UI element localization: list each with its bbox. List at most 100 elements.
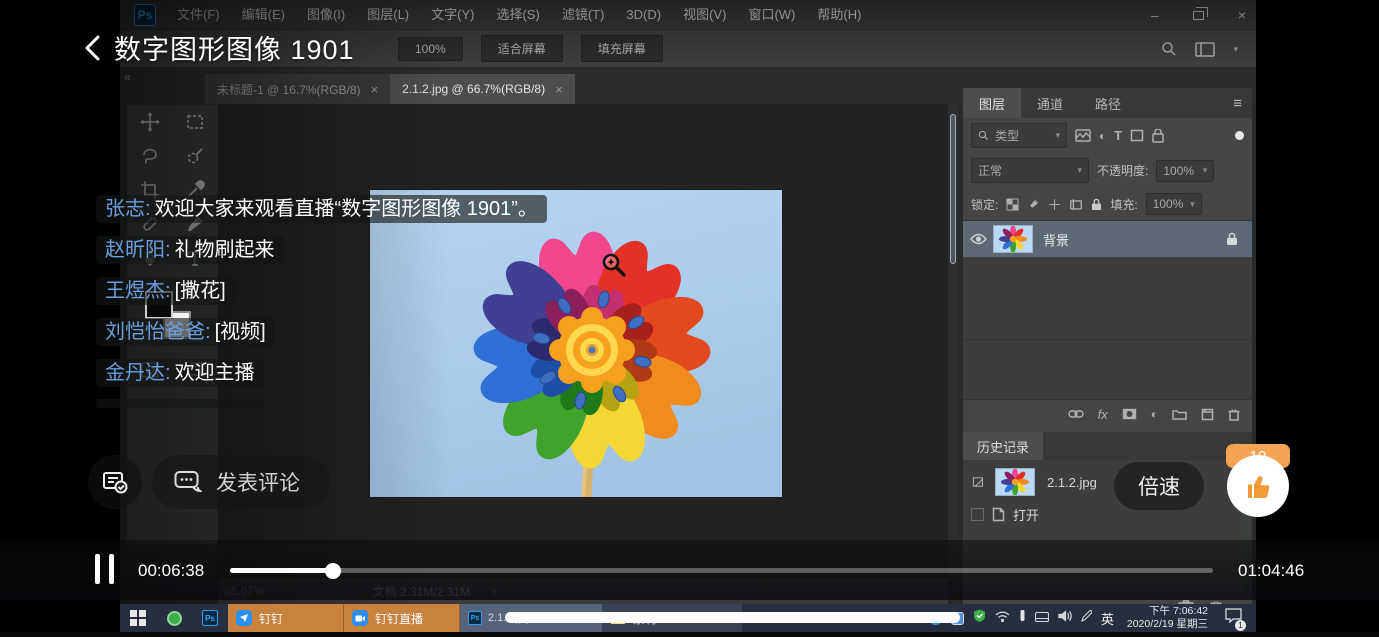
menu-type[interactable]: 文字(Y): [420, 0, 485, 30]
comment-input-button[interactable]: 发表评论: [152, 455, 330, 509]
notification-center-icon[interactable]: 1: [1225, 608, 1242, 628]
close-tab-icon[interactable]: ×: [555, 82, 563, 97]
lock-all-icon[interactable]: [1091, 198, 1102, 211]
filter-text-icon[interactable]: T: [1114, 128, 1122, 143]
tab-channels[interactable]: 通道: [1021, 88, 1079, 118]
adjustment-layer-icon[interactable]: ◐: [1151, 407, 1158, 421]
taskbar-item-dingtalk-live[interactable]: 钉钉直播: [344, 604, 460, 632]
seek-bar[interactable]: [230, 568, 1213, 573]
move-tool[interactable]: [127, 105, 172, 139]
layer-row-background[interactable]: 背景: [963, 221, 1252, 257]
lock-transparent-icon[interactable]: [1006, 198, 1019, 211]
video-player-stage: Ps 文件(F) 编辑(E) 图像(I) 图层(L) 文字(Y) 选择(S) 滤…: [0, 0, 1379, 637]
lock-artboard-icon[interactable]: [1069, 198, 1083, 211]
filter-on-indicator[interactable]: [1235, 131, 1244, 140]
history-step-checkbox[interactable]: [971, 508, 984, 521]
history-step-open[interactable]: 打开: [963, 498, 1252, 530]
total-time: 01:04:46: [1238, 561, 1304, 581]
menu-window[interactable]: 窗口(W): [737, 0, 806, 30]
doc-tab-untitled[interactable]: 未标题-1 @ 16.7%(RGB/8) ×: [205, 74, 390, 104]
blend-mode-dropdown[interactable]: 正常 ▾: [971, 158, 1089, 183]
browser-taskbar-icon[interactable]: [156, 604, 192, 632]
chat-text: 欢迎大家来观看直播“数字图形图像 1901”。: [155, 198, 538, 220]
playback-speed-button[interactable]: 倍速: [1114, 462, 1204, 510]
menu-select[interactable]: 选择(S): [485, 0, 550, 30]
tray-usb-icon[interactable]: [1019, 609, 1026, 627]
letterbox-bottom: [0, 632, 1379, 637]
restore-icon[interactable]: [1193, 11, 1204, 20]
menu-image[interactable]: 图像(I): [296, 0, 356, 30]
layer-filter-dropdown[interactable]: 类型 ▾: [971, 123, 1067, 148]
tray-language-indicator[interactable]: 英: [1101, 609, 1114, 628]
menu-3d[interactable]: 3D(D): [615, 0, 672, 30]
fill-dropdown[interactable]: 100% ▾: [1146, 193, 1202, 215]
history-snapshot-name: 2.1.2.jpg: [1047, 475, 1097, 490]
tray-volume-icon[interactable]: [1058, 609, 1072, 627]
recording-progress-pill: [505, 612, 960, 623]
layer-style-fx-icon[interactable]: fx: [1098, 407, 1108, 422]
canvas-vertical-scrollbar[interactable]: [948, 104, 958, 540]
add-mask-icon[interactable]: [1122, 408, 1137, 420]
layer-visibility-eye-icon[interactable]: [970, 233, 987, 245]
blend-mode-value: 正常: [978, 162, 1002, 179]
workspace-layout-icon[interactable]: [1195, 42, 1215, 57]
zoom-100-button[interactable]: 100%: [398, 37, 463, 61]
close-tab-icon[interactable]: ×: [371, 82, 379, 97]
lock-position-icon[interactable]: [1048, 198, 1061, 211]
photoshop-taskbar-icon[interactable]: Ps: [192, 604, 228, 632]
search-icon[interactable]: [1161, 41, 1177, 57]
lasso-tool[interactable]: [127, 139, 172, 173]
comment-bubble-icon: [174, 470, 202, 494]
start-button[interactable]: [120, 604, 156, 632]
ps-app-icon: Ps: [134, 4, 156, 26]
opacity-dropdown[interactable]: 100% ▾: [1156, 160, 1214, 182]
history-snapshot-thumbnail[interactable]: [995, 468, 1035, 496]
tab-paths[interactable]: 路径: [1079, 88, 1137, 118]
tray-pen-icon[interactable]: [1081, 609, 1092, 627]
filter-adjustment-icon[interactable]: ◐: [1099, 129, 1106, 143]
quick-select-tool[interactable]: [172, 139, 217, 173]
delete-layer-icon[interactable]: [1228, 408, 1240, 421]
filter-smartobject-icon[interactable]: [1152, 129, 1164, 143]
new-group-icon[interactable]: [1172, 408, 1187, 420]
menu-layer[interactable]: 图层(L): [356, 0, 420, 30]
layer-lock-icon: [1226, 232, 1238, 246]
tab-layers[interactable]: 图层: [963, 88, 1021, 118]
taskbar-item-dingtalk[interactable]: 钉钉: [228, 604, 344, 632]
search-icon: [978, 130, 989, 141]
new-layer-icon[interactable]: [1201, 408, 1214, 421]
menu-edit[interactable]: 编辑(E): [231, 0, 296, 30]
back-button[interactable]: [84, 35, 100, 61]
minimize-icon[interactable]: –: [1151, 7, 1159, 23]
tray-touchpad-icon[interactable]: [1035, 609, 1049, 627]
history-snapshot-row[interactable]: 2.1.2.jpg: [963, 466, 1252, 498]
link-layers-icon[interactable]: [1068, 409, 1084, 419]
opacity-label: 不透明度:: [1097, 162, 1148, 179]
lock-pixels-icon[interactable]: [1027, 198, 1040, 211]
tray-clock[interactable]: 下午 7:06:42 2020/2/19 星期三: [1127, 605, 1208, 631]
pause-button[interactable]: [95, 554, 114, 584]
tray-wifi-icon[interactable]: [995, 609, 1010, 627]
seek-handle[interactable]: [325, 563, 341, 579]
seek-bar-fill: [230, 568, 333, 573]
layer-thumbnail[interactable]: [993, 225, 1033, 253]
close-icon[interactable]: ×: [1238, 7, 1246, 23]
menu-help[interactable]: 帮助(H): [806, 0, 872, 30]
marquee-tool[interactable]: [172, 105, 217, 139]
menu-filter[interactable]: 滤镜(T): [551, 0, 616, 30]
menu-view[interactable]: 视图(V): [672, 0, 737, 30]
history-brush-source-icon[interactable]: [971, 475, 987, 489]
toolbox-collapse-icon[interactable]: «: [124, 70, 131, 84]
tray-security-icon[interactable]: [973, 609, 986, 627]
doc-tab-212jpg[interactable]: 2.1.2.jpg @ 66.7%(RGB/8) ×: [390, 74, 575, 104]
panel-menu-icon[interactable]: ≡: [1233, 95, 1242, 112]
filter-pixel-icon[interactable]: [1075, 129, 1091, 142]
menu-file[interactable]: 文件(F): [166, 0, 231, 30]
fill-screen-button[interactable]: 填充屏幕: [581, 35, 663, 62]
player-control-bar: 00:06:38 01:04:46: [0, 540, 1379, 600]
filter-shape-icon[interactable]: [1130, 129, 1144, 142]
tab-history[interactable]: 历史记录: [963, 432, 1043, 460]
chat-settings-button[interactable]: [88, 455, 142, 509]
like-button[interactable]: [1227, 455, 1289, 517]
fit-screen-button[interactable]: 适合屏幕: [481, 35, 563, 62]
